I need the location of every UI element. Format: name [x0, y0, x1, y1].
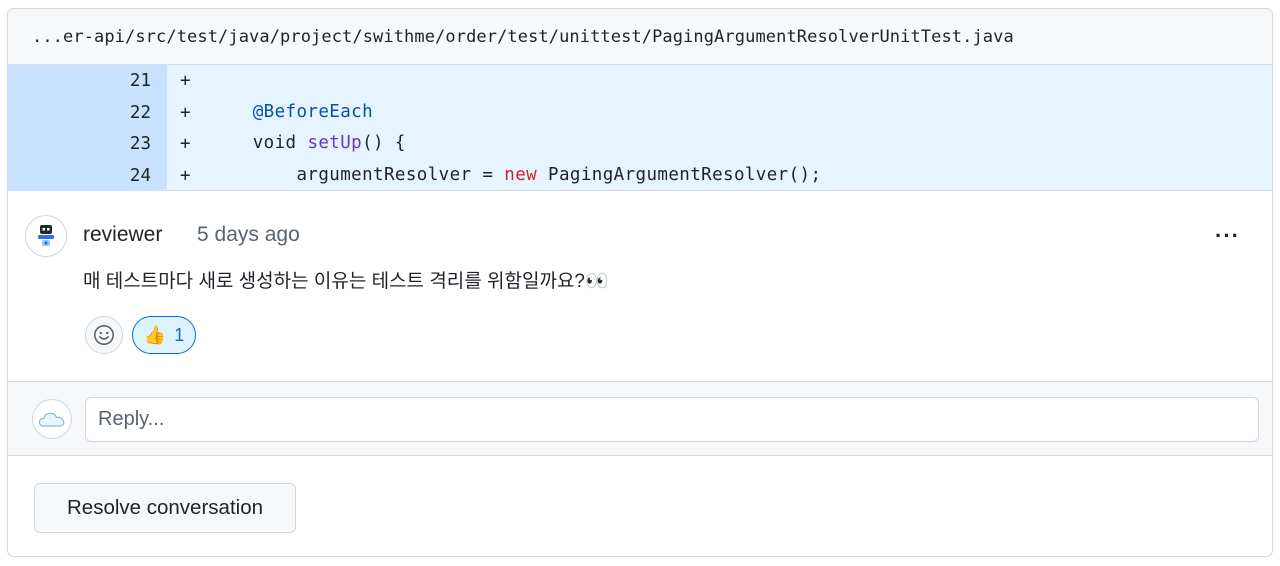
comment-author[interactable]: reviewer: [83, 223, 162, 247]
diff-add-marker: +: [180, 71, 191, 91]
reply-input[interactable]: [85, 397, 1259, 442]
resolve-conversation-button[interactable]: Resolve conversation: [34, 483, 296, 533]
file-header: ...er-api/src/test/java/project/swithme/…: [8, 9, 1272, 65]
line-number-gutter[interactable]: 22: [8, 96, 167, 128]
smiley-icon: [94, 325, 114, 345]
cloud-avatar-icon: [38, 412, 65, 427]
reply-area: [8, 381, 1272, 456]
diff-line: 24 + argumentResolver = new PagingArgumen…: [8, 159, 1272, 191]
avatar[interactable]: [25, 215, 67, 257]
current-user-avatar: [32, 399, 72, 439]
code-token: new: [504, 164, 538, 185]
diff-line: 23 + void setUp() {: [8, 128, 1272, 160]
code-line: @BeforeEach: [209, 102, 373, 122]
reaction-count: 1: [174, 324, 185, 345]
review-thread-card: ...er-api/src/test/java/project/swithme/…: [7, 8, 1273, 557]
comment-body: 매 테스트마다 새로 생성하는 이유는 테스트 격리를 위함일까요?👀: [83, 271, 609, 292]
code-token: @BeforeEach: [252, 101, 374, 122]
code-line: void setUp() {: [209, 133, 406, 153]
code-token: void: [209, 133, 308, 153]
code-token: setUp: [307, 133, 363, 153]
diff-add-marker: +: [180, 102, 191, 123]
add-reaction-button[interactable]: [85, 316, 123, 354]
line-number: 21: [129, 71, 151, 91]
line-number: 23: [129, 134, 151, 154]
line-number-gutter[interactable]: 21: [8, 65, 167, 97]
diff-line: 21 +: [8, 65, 1272, 97]
reaction-thumbs-up-button[interactable]: 👍 1: [132, 316, 196, 354]
diff-line: 22 + @BeforeEach: [8, 96, 1272, 128]
code-line: argumentResolver = new PagingArgumentRes…: [209, 165, 821, 185]
thumbs-up-icon: 👍: [143, 324, 167, 345]
line-number-gutter[interactable]: 24: [8, 159, 167, 191]
review-comment: reviewer 5 days ago ··· 매 테스트마다 새로 생성하는 …: [8, 191, 1272, 381]
diff-add-marker: +: [180, 165, 191, 186]
line-number: 24: [129, 165, 151, 186]
diff-add-marker: +: [180, 134, 191, 154]
code-token: PagingArgumentResolver();: [537, 164, 822, 185]
file-path[interactable]: ...er-api/src/test/java/project/swithme/…: [32, 27, 1014, 47]
line-number: 22: [129, 102, 151, 123]
code-token: () {: [362, 133, 406, 153]
kebab-menu-icon[interactable]: ···: [1215, 223, 1240, 249]
robot-avatar-icon: [38, 225, 54, 246]
diff-hunk: 21 +22 + @BeforeEach 23 + void setUp() {24 + …: [8, 65, 1272, 191]
comment-timestamp[interactable]: 5 days ago: [197, 223, 300, 247]
line-number-gutter[interactable]: 23: [8, 128, 167, 160]
code-token: argumentResolver =: [209, 164, 505, 185]
